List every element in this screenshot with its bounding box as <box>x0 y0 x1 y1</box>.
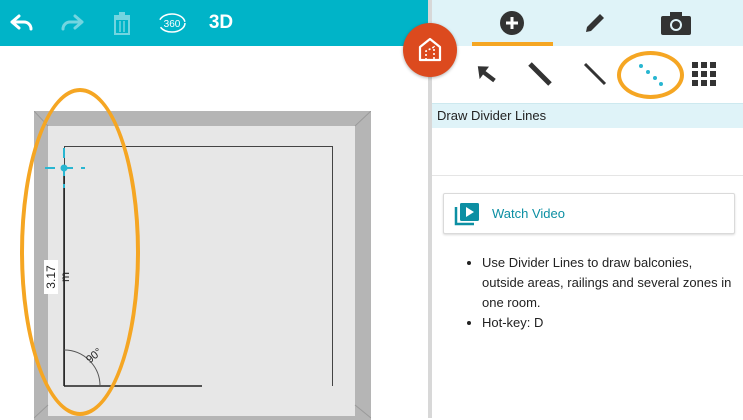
thick-line-icon <box>528 62 552 86</box>
video-playlist-icon <box>454 202 479 225</box>
arrow-cursor-icon <box>477 66 496 83</box>
logo-button[interactable] <box>403 23 457 77</box>
undo-icon <box>10 14 33 31</box>
tool-help: Use Divider Lines to draw balconies, out… <box>462 253 732 333</box>
panel-separator <box>432 175 743 176</box>
camera-icon <box>661 12 691 35</box>
grid-icon <box>692 62 716 86</box>
tab-add[interactable] <box>472 0 552 46</box>
redo-button[interactable] <box>56 0 88 46</box>
view-360-label: 360 <box>164 19 181 30</box>
pencil-icon <box>586 14 604 32</box>
rotate-360-icon: 360 <box>158 13 186 33</box>
highlight-ring-tool <box>617 51 684 99</box>
top-toolbar: 360 3D <box>0 0 428 46</box>
tool-title: Draw Divider Lines <box>437 108 547 123</box>
help-item: Hot-key: D <box>482 313 732 333</box>
highlight-ring-canvas <box>20 88 140 416</box>
select-tool[interactable] <box>467 54 507 94</box>
grid-tool[interactable] <box>684 54 724 94</box>
draw-room-tool[interactable] <box>520 54 560 94</box>
watch-video-button[interactable]: Watch Video <box>443 193 735 234</box>
plus-circle-icon <box>500 11 524 35</box>
help-item: Use Divider Lines to draw balconies, out… <box>482 253 732 313</box>
watch-video-label: Watch Video <box>492 206 565 221</box>
view-360-button[interactable]: 360 <box>155 0 189 46</box>
redo-icon <box>61 14 84 31</box>
trash-icon <box>114 12 130 35</box>
thin-line-icon <box>583 62 607 86</box>
view-3d-button[interactable]: 3D <box>204 0 238 46</box>
delete-button[interactable] <box>108 0 136 46</box>
draw-wall-tool[interactable] <box>575 54 615 94</box>
tab-camera[interactable] <box>636 0 716 46</box>
undo-button[interactable] <box>6 0 38 46</box>
house-3d-icon <box>418 37 442 62</box>
tab-edit[interactable] <box>555 0 635 46</box>
